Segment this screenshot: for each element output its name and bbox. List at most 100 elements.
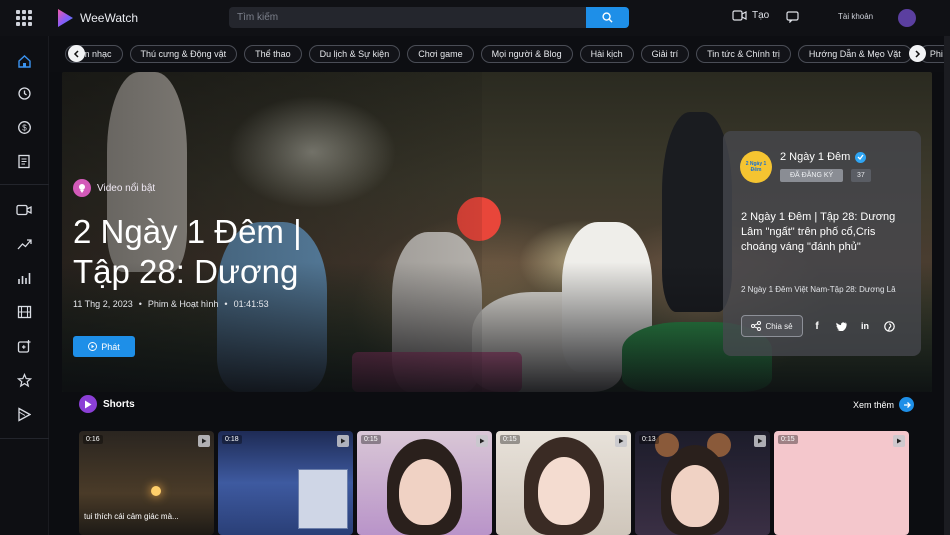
short-card[interactable]: 0:13 bbox=[635, 431, 770, 535]
channel-avatar[interactable]: 2 Ngày 1 Đêm bbox=[740, 151, 772, 183]
dollar-icon: $ bbox=[17, 120, 31, 134]
sidebar-videos[interactable] bbox=[14, 200, 34, 220]
home-icon bbox=[17, 54, 31, 68]
share-button[interactable]: Chia sẻ bbox=[741, 315, 803, 337]
app-name: WeeWatch bbox=[80, 11, 139, 25]
video-camera-icon bbox=[732, 10, 747, 21]
short-thumbnail-face bbox=[399, 459, 451, 525]
chevron-left-icon bbox=[73, 49, 79, 58]
hero-date: 11 Thg 2, 2023 bbox=[73, 299, 133, 309]
short-play-icon bbox=[337, 435, 349, 447]
category-chip[interactable]: Tin tức & Chính trị bbox=[696, 45, 791, 63]
chart-icon bbox=[18, 272, 31, 284]
short-card[interactable]: 0:15 bbox=[357, 431, 492, 535]
history-icon bbox=[17, 86, 31, 100]
short-duration: 0:15 bbox=[778, 435, 798, 444]
sidebar-earnings[interactable]: $ bbox=[14, 117, 34, 137]
category-chip[interactable]: Thú cưng & Động vật bbox=[129, 45, 238, 63]
category-chip[interactable]: Du lịch & Sự kiện bbox=[308, 45, 401, 63]
subscriber-count: 37 bbox=[851, 169, 871, 182]
shorts-list: 0:16 tui thích cái cảm giác mà... 0:18 0… bbox=[79, 431, 909, 535]
category-chip[interactable]: Giải trí bbox=[640, 45, 690, 63]
short-caption: tui thích cái cảm giác mà... bbox=[84, 512, 179, 521]
category-chip[interactable]: Hài kịch bbox=[579, 45, 634, 63]
meta-separator: • bbox=[138, 299, 142, 309]
search-input[interactable] bbox=[229, 7, 586, 28]
featured-icon bbox=[73, 179, 91, 197]
add-video-icon bbox=[17, 339, 30, 353]
see-more-label: Xem thêm bbox=[853, 399, 895, 410]
sidebar-divider bbox=[0, 184, 49, 185]
apps-grid-icon[interactable] bbox=[16, 10, 32, 26]
sidebar-divider bbox=[0, 438, 49, 439]
scrollbar[interactable] bbox=[944, 36, 950, 535]
message-icon[interactable] bbox=[786, 11, 799, 23]
sidebar-shorts[interactable] bbox=[14, 404, 34, 424]
sidebar-history[interactable] bbox=[14, 83, 34, 103]
svg-text:$: $ bbox=[22, 123, 27, 132]
short-play-icon bbox=[198, 435, 210, 447]
meta-separator: • bbox=[224, 299, 228, 309]
app-logo[interactable]: WeeWatch bbox=[56, 8, 138, 28]
category-list: Âm nhạc Thú cưng & Động vật Thể thao Du lịc… bbox=[65, 45, 950, 63]
short-card[interactable]: 0:15 bbox=[496, 431, 631, 535]
arrow-right-icon bbox=[899, 397, 915, 412]
search-icon bbox=[602, 12, 613, 23]
film-icon bbox=[17, 305, 31, 319]
star-icon bbox=[16, 372, 32, 387]
featured-badge: Video nổi bật bbox=[73, 179, 155, 197]
short-duration: 0:18 bbox=[222, 435, 242, 444]
category-chip[interactable]: Hướng Dẫn & Mẹo Vặt bbox=[797, 45, 912, 63]
sidebar-documents[interactable] bbox=[14, 151, 34, 171]
play-logo-icon bbox=[18, 406, 31, 422]
play-label: Phát bbox=[101, 341, 120, 352]
pinterest-icon[interactable] bbox=[883, 320, 895, 332]
verified-icon bbox=[855, 151, 867, 163]
twitter-icon[interactable] bbox=[835, 320, 847, 332]
channel-avatar-text: 2 Ngày 1 Đêm bbox=[745, 161, 767, 173]
short-play-icon bbox=[476, 435, 488, 447]
avatar[interactable] bbox=[898, 9, 916, 27]
category-prev-button[interactable] bbox=[68, 45, 85, 62]
channel-name: 2 Ngày 1 Đêm bbox=[780, 151, 851, 163]
short-card[interactable]: 0:16 tui thích cái cảm giác mà... bbox=[79, 431, 214, 535]
category-chip[interactable]: Thể thao bbox=[244, 45, 302, 63]
short-card[interactable]: 0:15 bbox=[774, 431, 909, 535]
category-next-button[interactable] bbox=[909, 45, 926, 62]
create-label: Tạo bbox=[752, 10, 770, 21]
shorts-title: Shorts bbox=[103, 398, 135, 410]
subscribed-button[interactable]: ĐÃ ĐĂNG KÝ bbox=[780, 169, 844, 182]
sidebar-stats[interactable] bbox=[14, 268, 34, 288]
play-button[interactable]: Phát bbox=[73, 336, 135, 357]
search-button[interactable] bbox=[586, 7, 629, 28]
video-camera-icon bbox=[16, 204, 32, 216]
facebook-icon[interactable]: f bbox=[811, 320, 823, 332]
create-button[interactable]: Tạo bbox=[732, 10, 769, 21]
sidebar-upload[interactable] bbox=[14, 336, 34, 356]
short-duration: 0:13 bbox=[639, 435, 659, 444]
sidebar-home[interactable] bbox=[14, 51, 34, 71]
sidebar-trending[interactable] bbox=[14, 234, 34, 254]
play-icon bbox=[88, 342, 98, 351]
hero-duration: 01:41:53 bbox=[233, 299, 269, 309]
short-duration: 0:15 bbox=[361, 435, 381, 444]
short-card[interactable]: 0:18 bbox=[218, 431, 353, 535]
category-chip[interactable]: Chơi game bbox=[407, 45, 474, 63]
see-more-link[interactable]: Xem thêm bbox=[853, 397, 915, 412]
category-chip[interactable]: Mọi người & Blog bbox=[480, 45, 573, 63]
sidebar-films[interactable] bbox=[14, 302, 34, 322]
short-play-icon bbox=[754, 435, 766, 447]
hero-category: Phim & Hoạt hình bbox=[147, 299, 219, 309]
top-bar: WeeWatch Tạo Tài khoản bbox=[0, 0, 950, 36]
short-thumbnail-face bbox=[671, 465, 719, 527]
sidebar-favorites[interactable] bbox=[14, 370, 34, 390]
card-video-title[interactable]: 2 Ngày 1 Đêm | Tập 28: Dương Lâm "ngất" … bbox=[741, 210, 911, 255]
shorts-icon bbox=[79, 395, 97, 413]
channel-name-row[interactable]: 2 Ngày 1 Đêm bbox=[780, 151, 867, 163]
category-bar: Âm nhạc Thú cưng & Động vật Thể thao Du lịc… bbox=[49, 36, 950, 72]
linkedin-icon[interactable]: in bbox=[859, 320, 871, 332]
shorts-header: Shorts bbox=[79, 395, 135, 413]
account-label[interactable]: Tài khoản bbox=[838, 12, 873, 21]
short-play-icon bbox=[893, 435, 905, 447]
channel-card: 2 Ngày 1 Đêm 2 Ngày 1 Đêm ĐÃ ĐĂNG KÝ 37 … bbox=[723, 131, 921, 356]
